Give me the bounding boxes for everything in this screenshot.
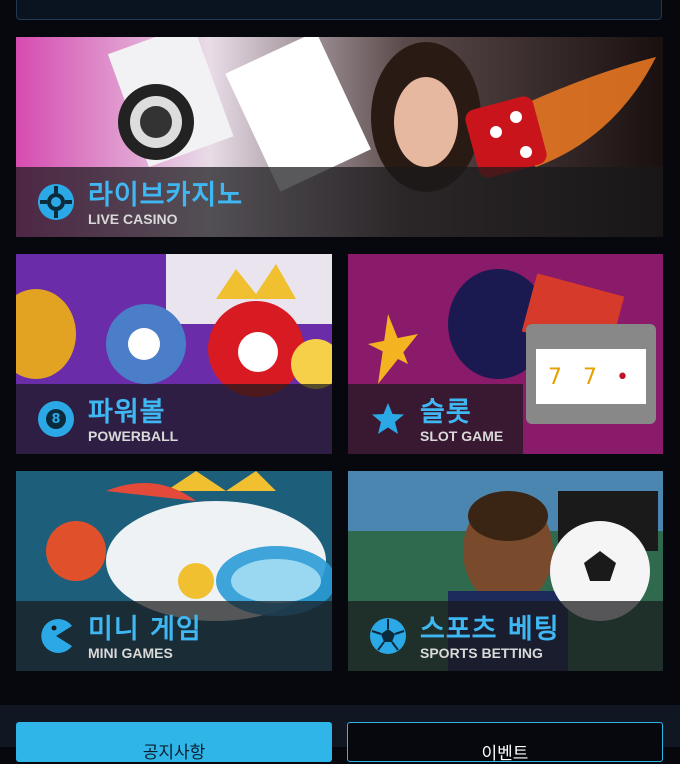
powerball-card[interactable]: 8 파워볼 POWERBALL <box>16 254 332 454</box>
svg-text:7: 7 <box>583 365 597 390</box>
svg-text:7: 7 <box>548 365 562 390</box>
powerball-label-bar: 8 파워볼 POWERBALL <box>16 384 332 454</box>
poker-chip-icon <box>38 184 74 220</box>
slot-game-title-en: SLOT GAME <box>420 428 504 444</box>
powerball-title-kr: 파워볼 <box>88 397 166 428</box>
powerball-title-en: POWERBALL <box>88 428 179 444</box>
mini-games-title-kr: 미니 게임 <box>88 614 202 645</box>
notice-button[interactable]: 공지사항 <box>16 722 332 763</box>
live-casino-title-kr: 라이브카지노 <box>88 180 244 211</box>
live-casino-card[interactable]: 라이브카지노 LIVE CASINO <box>16 37 663 237</box>
sports-betting-label-bar: 스포츠 베팅 SPORTS BETTING <box>348 601 663 671</box>
pacman-icon <box>38 618 74 654</box>
soccer-ball-icon <box>370 618 406 654</box>
eight-ball-number: 8 <box>46 409 66 429</box>
top-nav-bar[interactable] <box>16 0 662 20</box>
star-icon <box>370 401 406 437</box>
sports-betting-card[interactable]: 스포츠 베팅 SPORTS BETTING <box>348 471 663 671</box>
mini-games-title-en: MINI GAMES <box>88 645 173 661</box>
svg-text:•: • <box>616 365 629 390</box>
mini-games-card[interactable]: 미니 게임 MINI GAMES <box>16 471 332 671</box>
slot-game-title-kr: 슬롯 <box>420 397 472 428</box>
slot-game-card[interactable]: 7 7 • 슬롯 SLOT GAME <box>348 254 663 454</box>
mini-games-label-bar: 미니 게임 MINI GAMES <box>16 601 332 671</box>
event-button[interactable]: 이벤트 <box>347 722 663 764</box>
slot-game-label-bar: 슬롯 SLOT GAME <box>348 384 523 454</box>
eight-ball-icon: 8 <box>38 401 74 437</box>
sports-betting-title-en: SPORTS BETTING <box>420 645 543 661</box>
live-casino-label-bar: 라이브카지노 LIVE CASINO <box>16 167 663 237</box>
live-casino-title-en: LIVE CASINO <box>88 211 178 227</box>
sports-betting-title-kr: 스포츠 베팅 <box>420 614 560 645</box>
